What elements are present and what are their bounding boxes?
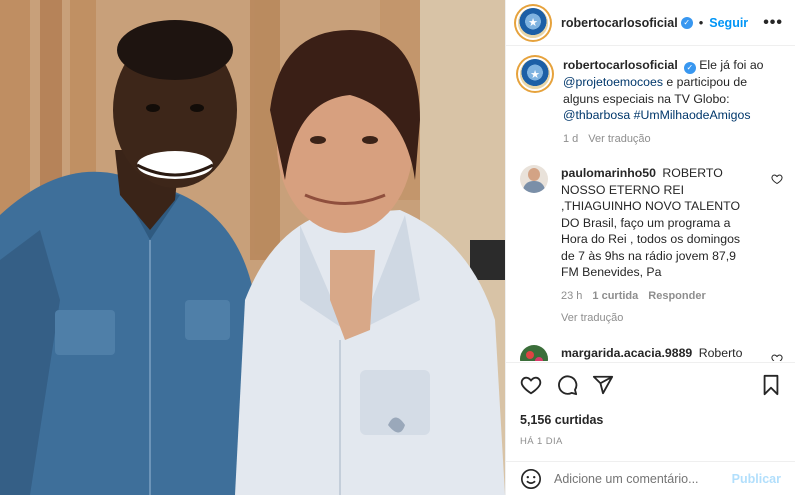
avatar-logo-icon: ★ (528, 17, 538, 29)
comment-text: ROBERTO NOSSO ETERNO REI ,THIAGUINHO NOV… (561, 166, 741, 279)
caption-username[interactable]: robertocarlosoficial (563, 58, 678, 72)
share-icon[interactable] (592, 374, 614, 396)
save-icon[interactable] (761, 374, 781, 396)
post-details-panel: ★ robertocarlosoficial ✓ • Seguir ••• ★ … (505, 0, 795, 495)
comment-age[interactable]: 23 h (561, 288, 582, 305)
comments-list[interactable]: ★ robertocarlosoficial ✓ Ele já foi ao @p… (506, 47, 795, 361)
publish-button[interactable]: Publicar (732, 472, 781, 486)
add-comment-bar: Publicar (506, 461, 795, 495)
caption: ★ robertocarlosoficial ✓ Ele já foi ao @p… (518, 57, 783, 147)
avatar-logo-icon: ★ (530, 68, 540, 81)
follow-button[interactable]: Seguir (709, 16, 748, 30)
hashtag-link[interactable]: #UmMilhaodeAmigos (634, 108, 751, 122)
like-icon[interactable] (520, 374, 542, 396)
caption-text: Ele já foi ao (699, 58, 764, 72)
see-translation-link[interactable]: Ver tradução (561, 310, 757, 327)
verified-badge-icon: ✓ (680, 16, 693, 29)
post-photo[interactable] (0, 0, 505, 495)
comment-like-icon[interactable] (771, 353, 783, 362)
post-header: ★ robertocarlosoficial ✓ • Seguir ••• (506, 0, 795, 46)
more-options-icon[interactable]: ••• (763, 14, 783, 32)
mention-link[interactable]: @thbarbosa (563, 108, 630, 122)
comment-like-icon[interactable] (771, 173, 783, 185)
verified-badge-icon: ✓ (683, 62, 696, 74)
comment-username[interactable]: margarida.acacia.9889 (561, 346, 692, 360)
comment-username[interactable]: paulomarinho50 (561, 166, 656, 180)
emoji-icon[interactable] (520, 468, 542, 490)
caption-avatar[interactable]: ★ (520, 59, 550, 89)
comment-icon[interactable] (556, 374, 578, 396)
mention-link[interactable]: @projetoemocoes (563, 75, 663, 89)
caption-age[interactable]: 1 d (563, 131, 578, 148)
avatar[interactable]: ★ (518, 7, 548, 38)
see-translation-link[interactable]: Ver tradução (588, 131, 650, 148)
header-username[interactable]: robertocarlosoficial (561, 16, 678, 30)
commenter-avatar[interactable] (520, 344, 548, 361)
commenter-avatar[interactable] (520, 165, 548, 193)
separator-dot: • (698, 15, 704, 30)
post-actions: 5,156 curtidas HÁ 1 DIA (506, 362, 795, 447)
likes-count[interactable]: 5,156 curtidas (520, 413, 781, 427)
comment-input[interactable] (554, 471, 732, 486)
comment-item: paulomarinho50 ROBERTO NOSSO ETERNO REI … (518, 165, 783, 327)
comment-item: margarida.acacia.9889 Roberto Carlos e m… (518, 344, 783, 362)
post-timestamp[interactable]: HÁ 1 DIA (520, 436, 781, 447)
reply-button[interactable]: Responder (648, 288, 705, 305)
photo-illustration (0, 0, 505, 495)
comment-likes-count[interactable]: 1 curtida (592, 288, 638, 305)
